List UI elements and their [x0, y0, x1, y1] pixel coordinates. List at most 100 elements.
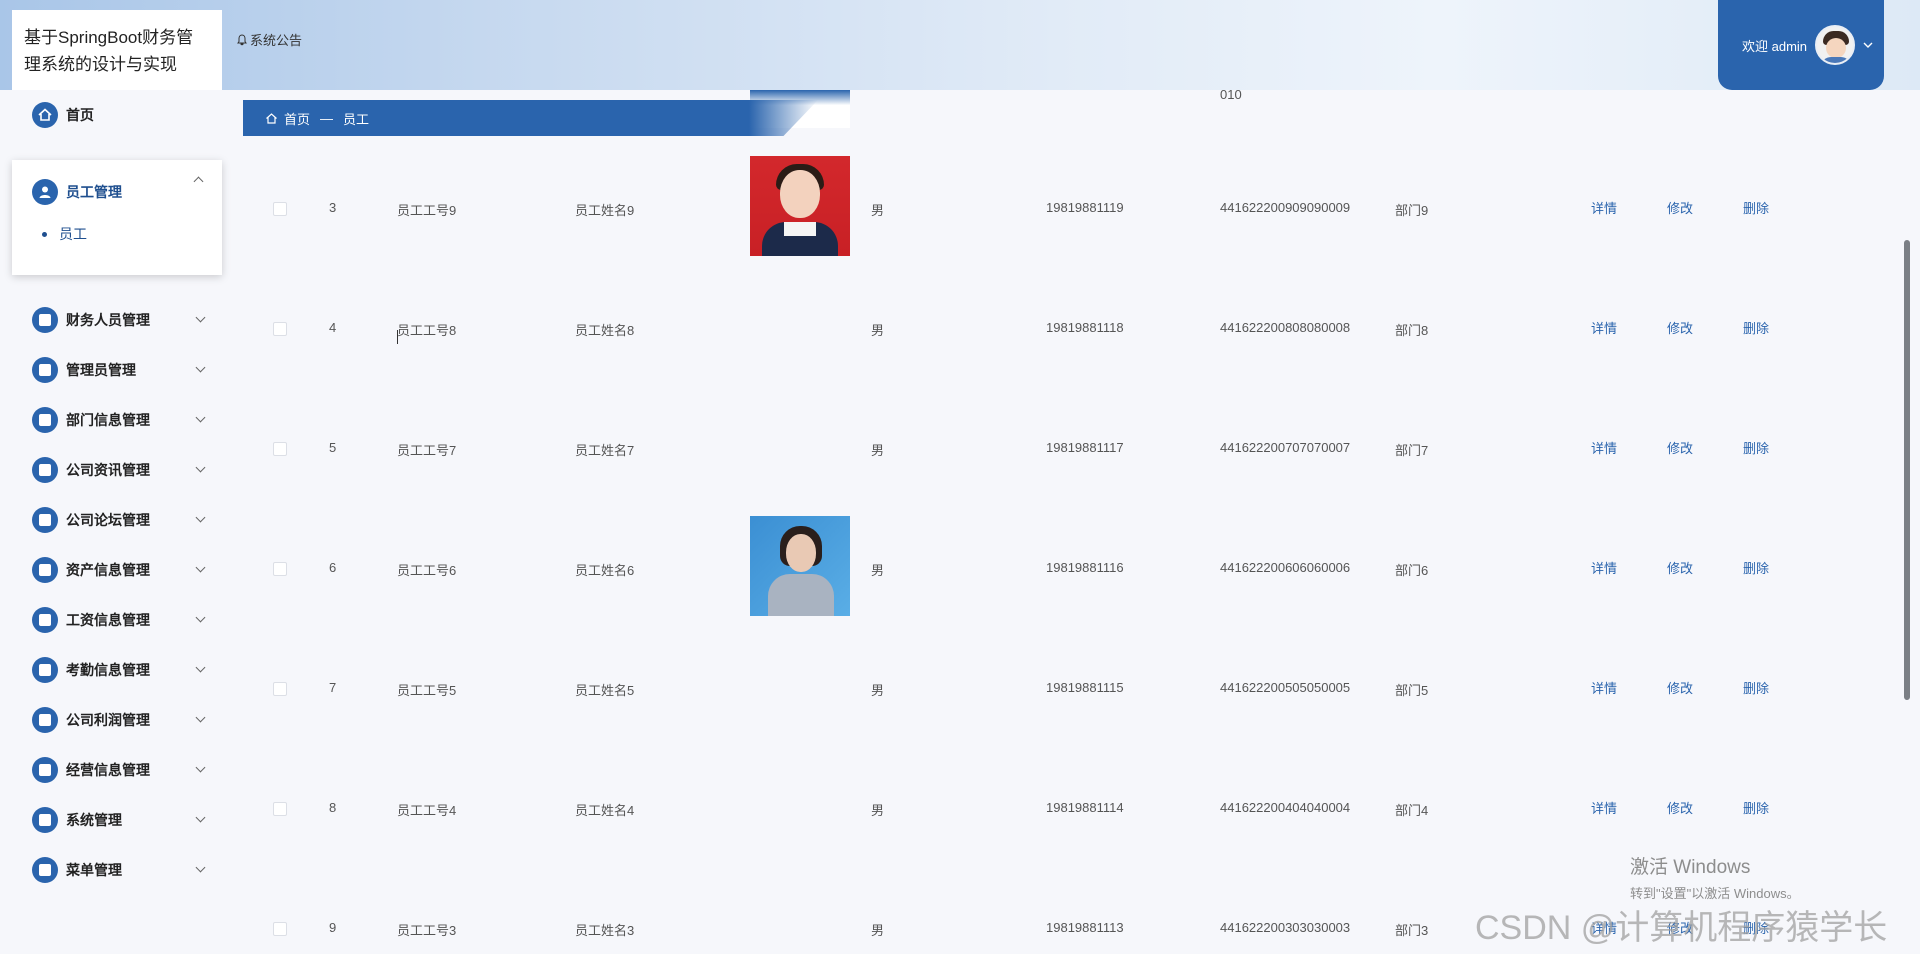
employee-photo: [750, 156, 850, 256]
detail-button[interactable]: 详情: [1591, 678, 1617, 697]
sidebar-item-department[interactable]: 部门信息管理: [20, 400, 220, 440]
folder-icon: [32, 857, 58, 883]
chevron-down-icon[interactable]: [1863, 40, 1873, 50]
chevron-down-icon: [195, 312, 206, 323]
edit-button[interactable]: 修改: [1667, 318, 1693, 337]
sidebar-item-label: 公司利润管理: [66, 712, 150, 728]
chevron-down-icon: [195, 862, 206, 873]
system-notice-link[interactable]: 系统公告: [236, 30, 302, 49]
sidebar-item-system[interactable]: 系统管理: [20, 800, 220, 840]
detail-button[interactable]: 详情: [1591, 438, 1617, 457]
cell-id-card: 441622200707070007: [1220, 440, 1351, 455]
user-menu[interactable]: 欢迎 admin: [1718, 0, 1884, 90]
sidebar-item-label: 公司资讯管理: [66, 462, 150, 478]
sidebar-item-finance-staff[interactable]: 财务人员管理: [20, 300, 220, 340]
vertical-scrollbar[interactable]: [1904, 240, 1910, 700]
cell-name: 员工姓名9: [575, 203, 635, 218]
cell-index: 8: [329, 800, 337, 815]
breadcrumb-home[interactable]: 首页: [284, 109, 310, 128]
sidebar-subitem-label: 员工: [59, 226, 87, 242]
edit-button[interactable]: 修改: [1667, 798, 1693, 817]
sidebar-item-employee-management[interactable]: 员工管理: [20, 172, 220, 212]
row-checkbox[interactable]: [273, 922, 287, 936]
cell-dept: 部门7: [1395, 443, 1429, 458]
sidebar-item-assets[interactable]: 资产信息管理: [20, 550, 220, 590]
table-row: 3 员工工号9 员工姓名9 男 19819881119 441622200909…: [243, 148, 1893, 268]
sidebar-item-forum[interactable]: 公司论坛管理: [20, 500, 220, 540]
cell-emp-no: 员工工号4: [397, 803, 457, 818]
sidebar-item-operations[interactable]: 经营信息管理: [20, 750, 220, 790]
row-checkbox[interactable]: [273, 562, 287, 576]
breadcrumb: 首页 — 员工: [243, 100, 818, 136]
sidebar-item-attendance[interactable]: 考勤信息管理: [20, 650, 220, 690]
cell-gender: 男: [871, 803, 885, 818]
table-row: 4 员工工号8 员工姓名8 男 19819881118 441622200808…: [243, 268, 1893, 388]
chevron-down-icon: [195, 612, 206, 623]
edit-button[interactable]: 修改: [1667, 558, 1693, 577]
delete-button[interactable]: 删除: [1743, 678, 1769, 697]
sidebar-item-menu[interactable]: 菜单管理: [20, 850, 220, 890]
delete-button[interactable]: 删除: [1743, 558, 1769, 577]
detail-button[interactable]: 详情: [1591, 798, 1617, 817]
watermark: CSDN @计算机程序猿学长: [1475, 909, 1888, 947]
sidebar-item-home[interactable]: 首页: [20, 95, 220, 135]
detail-button[interactable]: 详情: [1591, 198, 1617, 217]
sidebar-item-label: 部门信息管理: [66, 412, 150, 428]
row-checkbox[interactable]: [273, 442, 287, 456]
avatar[interactable]: [1815, 25, 1856, 65]
sidebar-item-label: 管理员管理: [66, 362, 136, 378]
delete-button[interactable]: 删除: [1743, 198, 1769, 217]
cell-gender: 男: [871, 443, 885, 458]
cell-emp-no: 员工工号8: [397, 323, 457, 338]
delete-button[interactable]: 删除: [1743, 318, 1769, 337]
sidebar-item-label: 资产信息管理: [66, 562, 150, 578]
sidebar-subitem-employee[interactable]: 员工: [42, 224, 87, 244]
chevron-down-icon: [195, 762, 206, 773]
edit-button[interactable]: 修改: [1667, 198, 1693, 217]
sidebar-item-label: 员工管理: [66, 184, 122, 200]
sidebar-item-label: 公司论坛管理: [66, 512, 150, 528]
row-checkbox[interactable]: [273, 322, 287, 336]
activation-title: 激活 Windows: [1630, 857, 1751, 878]
cell-id-card: 441622200505050005: [1220, 680, 1351, 695]
news-icon: [32, 457, 58, 483]
cell-name: 员工姓名7: [575, 443, 635, 458]
detail-button[interactable]: 详情: [1591, 318, 1617, 337]
user-icon: [32, 179, 58, 205]
chevron-down-icon: [195, 562, 206, 573]
delete-button[interactable]: 删除: [1743, 438, 1769, 457]
breadcrumb-separator: —: [320, 110, 334, 126]
row-checkbox[interactable]: [273, 202, 287, 216]
cell-gender: 男: [871, 323, 885, 338]
sidebar-item-label: 经营信息管理: [66, 762, 150, 778]
app-title: 基于SpringBoot财务管 理系统的设计与实现: [12, 10, 222, 90]
sidebar-item-profit[interactable]: 公司利润管理: [20, 700, 220, 740]
cell-gender: 男: [871, 923, 885, 938]
cell-id-card: 441622200404040004: [1220, 800, 1351, 815]
sidebar-item-label: 系统管理: [66, 812, 122, 828]
edit-button[interactable]: 修改: [1667, 678, 1693, 697]
drop-icon: [32, 557, 58, 583]
sidebar-item-news[interactable]: 公司资讯管理: [20, 450, 220, 490]
grid-icon: [32, 657, 58, 683]
detail-button[interactable]: 详情: [1591, 558, 1617, 577]
app-title-line-2: 理系统的设计与实现: [24, 55, 177, 74]
edit-button[interactable]: 修改: [1667, 438, 1693, 457]
delete-button[interactable]: 删除: [1743, 798, 1769, 817]
sidebar-item-label: 财务人员管理: [66, 312, 150, 328]
cell-index: 5: [329, 440, 337, 455]
sidebar-item-admin[interactable]: 管理员管理: [20, 350, 220, 390]
app-title-line-1: 基于SpringBoot财务管: [24, 28, 194, 47]
chevron-down-icon: [195, 362, 206, 373]
table-row: 8 员工工号4 员工姓名4 男 19819881114 441622200404…: [243, 748, 1893, 868]
row-checkbox[interactable]: [273, 802, 287, 816]
sidebar-item-salary[interactable]: 工资信息管理: [20, 600, 220, 640]
folder-icon: [32, 407, 58, 433]
cell-id-card: 441622200808080008: [1220, 320, 1351, 335]
cell-emp-no: 员工工号9: [397, 203, 457, 218]
window-icon: [32, 807, 58, 833]
cell-emp-no: 员工工号5: [397, 683, 457, 698]
row-checkbox[interactable]: [273, 682, 287, 696]
employee-photo: [750, 516, 850, 616]
cell-dept: 部门8: [1395, 323, 1429, 338]
